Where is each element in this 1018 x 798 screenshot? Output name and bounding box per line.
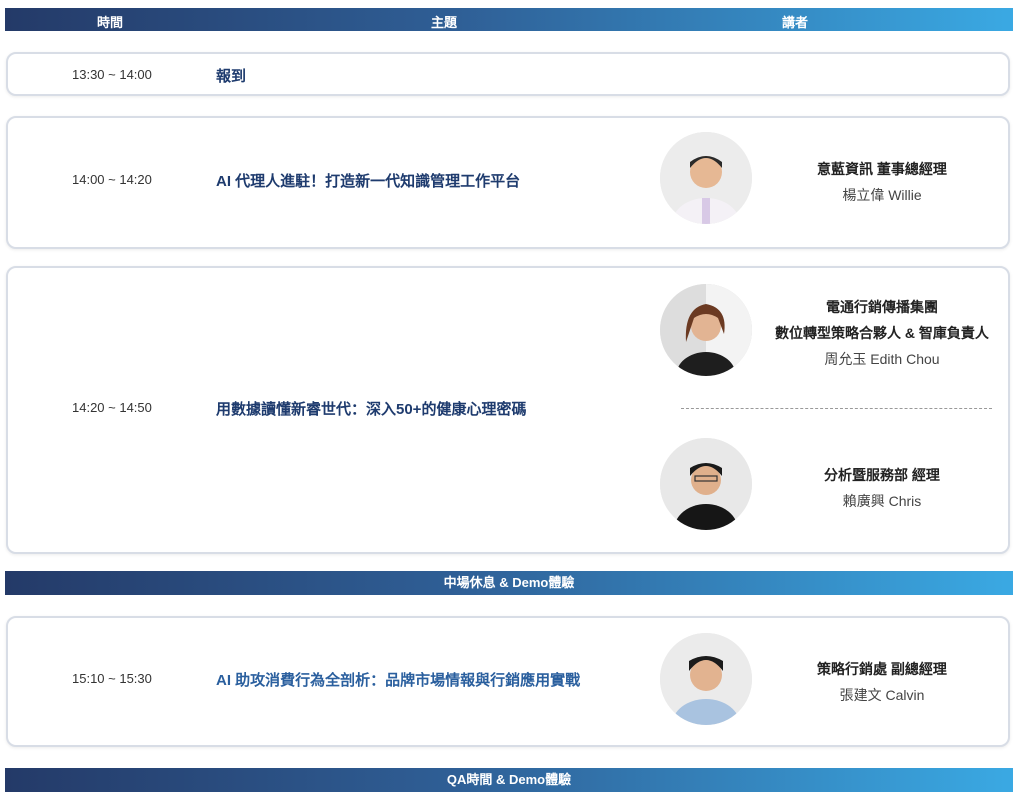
speaker-info: 策略行銷處 副總經理 張建文 Calvin (772, 656, 992, 708)
speaker-name: 賴廣興 Chris (842, 493, 922, 509)
speaker-photo-willie (660, 132, 752, 224)
session-row-ai-agent: 14:00 ~ 14:20 AI 代理人進駐！打造新一代知識管理工作平台 意藍資… (6, 116, 1010, 249)
header-topic: 主題 (431, 15, 458, 30)
session-row-consumer-behavior: 15:10 ~ 15:30 AI 助攻消費行為全剖析：品牌市場情報與行銷應用實戰… (6, 616, 1010, 747)
speaker-org: 電通行銷傳播集團 (826, 299, 938, 315)
speaker-title: 分析暨服務部 經理 (824, 467, 940, 483)
agenda-header: 時間 主題 講者 (5, 8, 1013, 31)
qa-band: QA時間 & Demo體驗 (5, 768, 1013, 792)
session-topic: AI 代理人進駐！打造新一代知識管理工作平台 (216, 173, 521, 190)
session-topic: AI 助攻消費行為全剖析：品牌市場情報與行銷應用實戰 (216, 672, 581, 689)
session-time: 14:20 ~ 14:50 (72, 400, 152, 415)
speaker-photo-calvin (660, 633, 752, 725)
speaker-info: 電通行銷傳播集團 數位轉型策略合夥人 & 智庫負責人 周允玉 Edith Cho… (772, 294, 992, 372)
session-time: 13:30 ~ 14:00 (72, 67, 152, 82)
speaker-title: 數位轉型策略合夥人 & 智庫負責人 (775, 325, 989, 341)
speaker-name: 張建文 Calvin (839, 687, 925, 703)
session-topic: 報到 (216, 68, 247, 85)
speaker-name: 楊立偉 Willie (842, 187, 922, 203)
speaker-info: 意藍資訊 董事總經理 楊立偉 Willie (772, 156, 992, 208)
session-topic: 用數據讀懂新睿世代：深入50+的健康心理密碼 (216, 401, 527, 418)
speaker-title: 意藍資訊 董事總經理 (817, 161, 947, 177)
speaker-divider (681, 408, 992, 409)
speaker-name: 周允玉 Edith Chou (824, 351, 940, 367)
speaker-photo-chris (660, 438, 752, 530)
session-time: 14:00 ~ 14:20 (72, 172, 152, 187)
speaker-photo-edith (660, 284, 752, 376)
speaker-info: 分析暨服務部 經理 賴廣興 Chris (772, 462, 992, 514)
session-time: 15:10 ~ 15:30 (72, 671, 152, 686)
break-band: 中場休息 & Demo體驗 (5, 571, 1013, 595)
speaker-title: 策略行銷處 副總經理 (817, 661, 947, 677)
header-time: 時間 (97, 15, 124, 30)
session-row-data-50plus: 14:20 ~ 14:50 用數據讀懂新睿世代：深入50+的健康心理密碼 電通行… (6, 266, 1010, 554)
session-row-checkin: 13:30 ~ 14:00 報到 (6, 52, 1010, 96)
header-speaker: 講者 (782, 15, 809, 30)
